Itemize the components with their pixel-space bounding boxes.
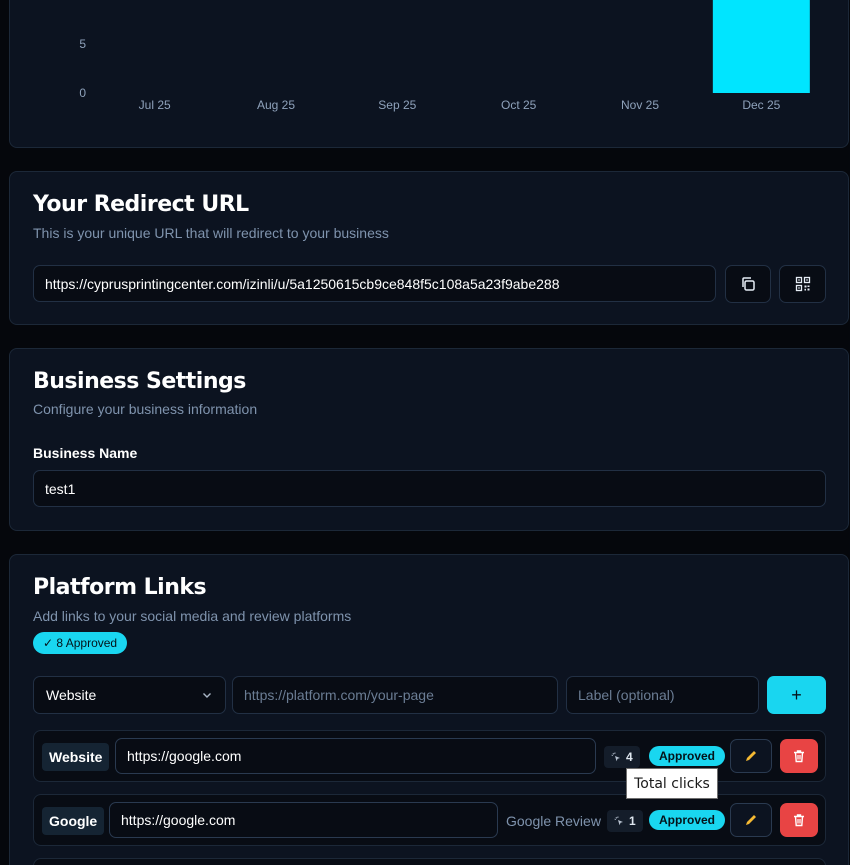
trash-icon xyxy=(794,750,804,763)
new-link-url-input[interactable]: https://platform.com/your-page xyxy=(232,676,558,714)
chevron-down-icon xyxy=(203,693,211,698)
add-link-button[interactable]: + xyxy=(767,676,826,714)
click-count-value: 1 xyxy=(629,814,636,828)
copy-url-button[interactable] xyxy=(725,265,771,303)
edit-link-button[interactable] xyxy=(730,739,772,773)
approved-count-badge: ✓ 8 Approved xyxy=(33,632,128,654)
pencil-icon xyxy=(746,751,756,761)
settings-title: Business Settings xyxy=(33,369,246,394)
link-url-field[interactable]: https://google.com xyxy=(109,802,498,838)
clicks-bar-chart: 0 5 Jul 25 Aug 25 Sep 25 Oct 25 Nov 25 Dec 25 xyxy=(79,0,810,112)
x-tick-label: Jul 25 xyxy=(139,98,171,112)
x-tick-label: Sep 25 xyxy=(378,98,416,112)
copy-icon xyxy=(742,277,755,291)
x-tick-label: Oct 25 xyxy=(501,98,537,112)
redirect-url-card: Your Redirect URL This is your unique UR… xyxy=(9,171,849,325)
qr-code-button[interactable] xyxy=(779,265,826,303)
clicks-chart-card: 0 5 Jul 25 Aug 25 Sep 25 Oct 25 Nov 25 Dec 25 xyxy=(9,0,849,148)
link-row xyxy=(33,858,826,865)
link-row-google: Google https://google.com Google Review … xyxy=(33,794,826,846)
edit-link-button[interactable] xyxy=(730,803,772,837)
y-tick-label: 0 xyxy=(79,86,86,100)
platform-tag: Google xyxy=(42,807,105,835)
cursor-click-icon xyxy=(611,752,620,762)
link-url-field[interactable]: https://google.com xyxy=(115,738,596,774)
pencil-icon xyxy=(746,815,756,825)
redirect-url-field[interactable]: https://cyprusprintingcenter.com/izinli/… xyxy=(33,265,716,302)
delete-link-button[interactable] xyxy=(780,739,818,773)
click-count[interactable]: 4 xyxy=(604,746,640,768)
platform-tag: Website xyxy=(42,743,110,771)
x-tick-label: Nov 25 xyxy=(621,98,659,112)
business-name-input[interactable]: test1 xyxy=(33,470,826,507)
cursor-click-icon xyxy=(614,816,623,826)
y-tick-label: 5 xyxy=(79,37,86,51)
trash-icon xyxy=(794,814,804,827)
redirect-subtitle: This is your unique URL that will redire… xyxy=(33,225,389,241)
click-count[interactable]: 1 xyxy=(607,810,643,832)
settings-subtitle: Configure your business information xyxy=(33,401,258,417)
delete-link-button[interactable] xyxy=(780,803,818,837)
platform-select-value: Website xyxy=(46,687,97,703)
new-link-label-input[interactable]: Label (optional) xyxy=(566,676,759,714)
status-badge: Approved xyxy=(649,746,726,766)
platform-subtitle: Add links to your social media and revie… xyxy=(33,608,352,624)
x-tick-label: Aug 25 xyxy=(257,98,295,112)
business-settings-card: Business Settings Configure your busines… xyxy=(9,348,849,531)
label-placeholder: Label (optional) xyxy=(578,687,675,703)
platform-title: Platform Links xyxy=(33,575,207,600)
business-name-label: Business Name xyxy=(33,445,138,461)
x-tick-label: Dec 25 xyxy=(742,98,780,112)
platform-links-card: Platform Links Add links to your social … xyxy=(9,554,849,865)
total-clicks-tooltip: Total clicks xyxy=(626,768,718,799)
status-badge: Approved xyxy=(649,810,726,830)
click-count-value: 4 xyxy=(626,750,633,764)
url-placeholder: https://platform.com/your-page xyxy=(244,687,434,703)
bar-dec-25[interactable] xyxy=(712,0,810,93)
link-label: Google Review xyxy=(506,813,601,829)
platform-select[interactable]: Website xyxy=(33,676,226,714)
redirect-title: Your Redirect URL xyxy=(33,192,249,217)
qr-code-icon xyxy=(795,276,810,292)
